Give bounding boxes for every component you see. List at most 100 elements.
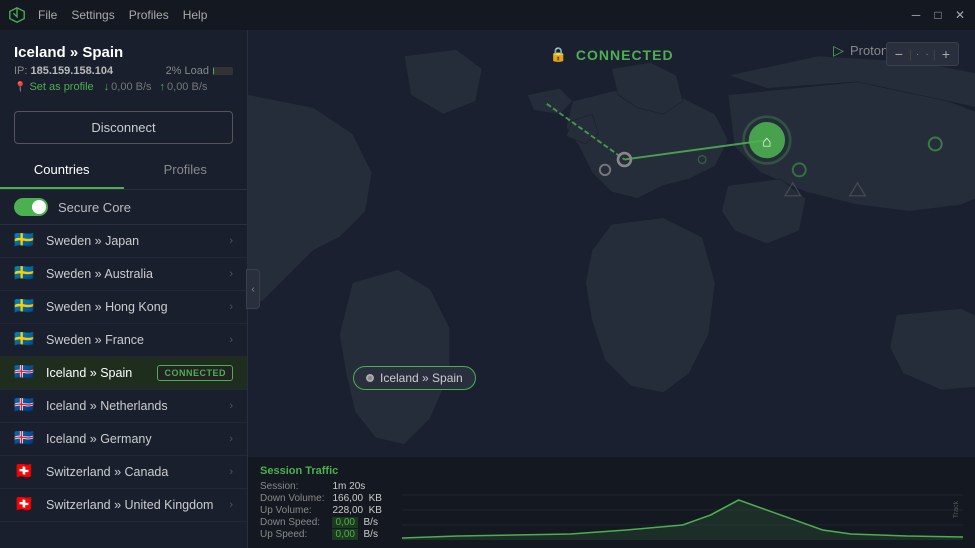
- server-item-label: Iceland » Germany: [46, 432, 219, 446]
- title-bar-left: File Settings Profiles Help: [8, 6, 207, 24]
- traffic-chart: Track: [402, 480, 963, 540]
- zoom-in-button[interactable]: +: [938, 45, 954, 63]
- menu-help[interactable]: Help: [183, 8, 208, 22]
- server-list-item[interactable]: 🇮🇸 Iceland » Spain CONNECTED: [0, 357, 247, 390]
- down-vol-value: 166,00 KB: [332, 493, 381, 504]
- map-area: ⌂ 🔒 CONNECTED Iceland » Spain ▷ ProtonVP…: [248, 30, 975, 548]
- chevron-right-icon: ›: [229, 499, 233, 511]
- down-speed: ↓ 0,00 B/s: [104, 81, 152, 93]
- flag-icon: 🇸🇪: [14, 266, 36, 282]
- chevron-right-icon: ›: [229, 268, 233, 280]
- chart-track-label: Track: [949, 480, 963, 540]
- close-button[interactable]: ✕: [953, 8, 967, 22]
- server-item-label: Switzerland » Canada: [46, 465, 219, 479]
- connected-server-name: Iceland » Spain: [14, 44, 233, 61]
- session-label: Session:: [260, 481, 324, 492]
- flag-icon: 🇨🇭: [14, 464, 36, 480]
- zoom-separator: |: [909, 47, 912, 61]
- set-profile-link[interactable]: 📍 Set as profile: [14, 81, 94, 93]
- load-label: 2% Load: [166, 65, 209, 77]
- chart-svg: [402, 480, 963, 540]
- server-list-item[interactable]: 🇨🇭 Switzerland » Canada ›: [0, 456, 247, 489]
- lock-icon: 🔒: [549, 46, 567, 63]
- up-vol-value: 228,00 KB: [332, 505, 381, 516]
- tooltip-dot: [366, 374, 374, 382]
- maximize-button[interactable]: □: [931, 8, 945, 22]
- zoom-separator2: ·: [914, 49, 921, 60]
- profile-row: 📍 Set as profile ↓ 0,00 B/s ↑ 0,00 B/s: [14, 81, 233, 93]
- down-speed-value: 0,00 B/s: [111, 81, 151, 93]
- zoom-out-button[interactable]: −: [891, 45, 907, 63]
- zoom-separator3: ·: [923, 49, 930, 60]
- traffic-title: Session Traffic: [260, 465, 382, 477]
- flag-icon: 🇮🇸: [14, 398, 36, 414]
- up-speed: ↑ 0,00 B/s: [160, 81, 208, 93]
- down-speed-number: 0,00: [332, 517, 357, 528]
- up-speed-value: 0,00 B/s: [332, 529, 381, 540]
- traffic-info: Session Traffic Session: 1m 20s Down Vol…: [260, 465, 382, 540]
- flag-icon: 🇮🇸: [14, 431, 36, 447]
- server-item-label: Switzerland » United Kingdom: [46, 498, 219, 512]
- menu-profiles[interactable]: Profiles: [129, 8, 169, 22]
- up-speed-label: Up Speed:: [260, 529, 324, 540]
- server-list-item[interactable]: 🇸🇪 Sweden » Australia ›: [0, 258, 247, 291]
- chevron-right-icon: ›: [229, 301, 233, 313]
- load-indicator: 2% Load: [166, 65, 233, 77]
- up-arrow-icon: ↑: [160, 81, 166, 93]
- connected-label: CONNECTED: [576, 47, 674, 63]
- server-item-label: Iceland » Spain: [46, 366, 147, 380]
- minimize-button[interactable]: ─: [909, 8, 923, 22]
- speed-info: ↓ 0,00 B/s ↑ 0,00 B/s: [104, 81, 208, 93]
- disconnect-button[interactable]: Disconnect: [14, 111, 233, 144]
- server-list-item[interactable]: 🇸🇪 Sweden » France ›: [0, 324, 247, 357]
- menu-file[interactable]: File: [38, 8, 57, 22]
- down-vol-label: Down Volume:: [260, 493, 324, 504]
- sidebar-tabs: Countries Profiles: [0, 152, 247, 190]
- menu-bar: File Settings Profiles Help: [38, 8, 207, 22]
- main-layout: Iceland » Spain IP: 185.159.158.104 2% L…: [0, 30, 975, 548]
- app-logo-icon: [8, 6, 26, 24]
- connection-status: 🔒 CONNECTED: [549, 46, 673, 63]
- server-list-item[interactable]: 🇸🇪 Sweden » Hong Kong ›: [0, 291, 247, 324]
- connection-info: Iceland » Spain IP: 185.159.158.104 2% L…: [0, 30, 247, 103]
- server-location-tooltip: Iceland » Spain: [353, 366, 476, 390]
- flag-icon: 🇸🇪: [14, 332, 36, 348]
- up-speed-number: 0,00: [332, 529, 357, 540]
- down-speed-label: Down Speed:: [260, 517, 324, 528]
- server-item-label: Sweden » France: [46, 333, 219, 347]
- server-list-item[interactable]: 🇸🇪 Sweden » Japan ›: [0, 225, 247, 258]
- toggle-knob: [32, 200, 46, 214]
- window-controls: ─ □ ✕: [909, 8, 967, 22]
- chevron-right-icon: ›: [229, 334, 233, 346]
- server-list-item[interactable]: 🇨🇭 Switzerland » United Kingdom ›: [0, 489, 247, 522]
- session-traffic-panel: Session Traffic Session: 1m 20s Down Vol…: [248, 457, 975, 548]
- server-item-label: Sweden » Hong Kong: [46, 300, 219, 314]
- pin-icon: 📍: [14, 82, 26, 93]
- zoom-separator4: |: [933, 47, 936, 61]
- proton-logo-icon: ▷: [833, 42, 844, 59]
- secure-core-row: Secure Core: [0, 190, 247, 225]
- collapse-sidebar-button[interactable]: ‹: [246, 269, 260, 309]
- zoom-controls: − | · · | +: [886, 42, 959, 66]
- chevron-right-icon: ›: [229, 433, 233, 445]
- secure-core-toggle[interactable]: [14, 198, 48, 216]
- session-value: 1m 20s: [332, 481, 381, 492]
- flag-icon: 🇨🇭: [14, 497, 36, 513]
- load-bar: [213, 67, 233, 75]
- connected-badge: CONNECTED: [157, 365, 233, 381]
- server-list-item[interactable]: 🇮🇸 Iceland » Netherlands ›: [0, 390, 247, 423]
- set-profile-label: Set as profile: [29, 81, 93, 93]
- chevron-right-icon: ›: [229, 466, 233, 478]
- chevron-right-icon: ›: [229, 235, 233, 247]
- svg-text:⌂: ⌂: [762, 134, 771, 151]
- menu-settings[interactable]: Settings: [71, 8, 114, 22]
- server-list-item[interactable]: 🇮🇸 Iceland » Germany ›: [0, 423, 247, 456]
- server-item-label: Sweden » Australia: [46, 267, 219, 281]
- tab-countries[interactable]: Countries: [0, 152, 124, 189]
- tab-profiles[interactable]: Profiles: [124, 152, 248, 189]
- up-speed-value: 0,00 B/s: [167, 81, 207, 93]
- down-arrow-icon: ↓: [104, 81, 110, 93]
- tooltip-server-label: Iceland » Spain: [380, 371, 463, 385]
- sidebar: Iceland » Spain IP: 185.159.158.104 2% L…: [0, 30, 248, 548]
- up-vol-label: Up Volume:: [260, 505, 324, 516]
